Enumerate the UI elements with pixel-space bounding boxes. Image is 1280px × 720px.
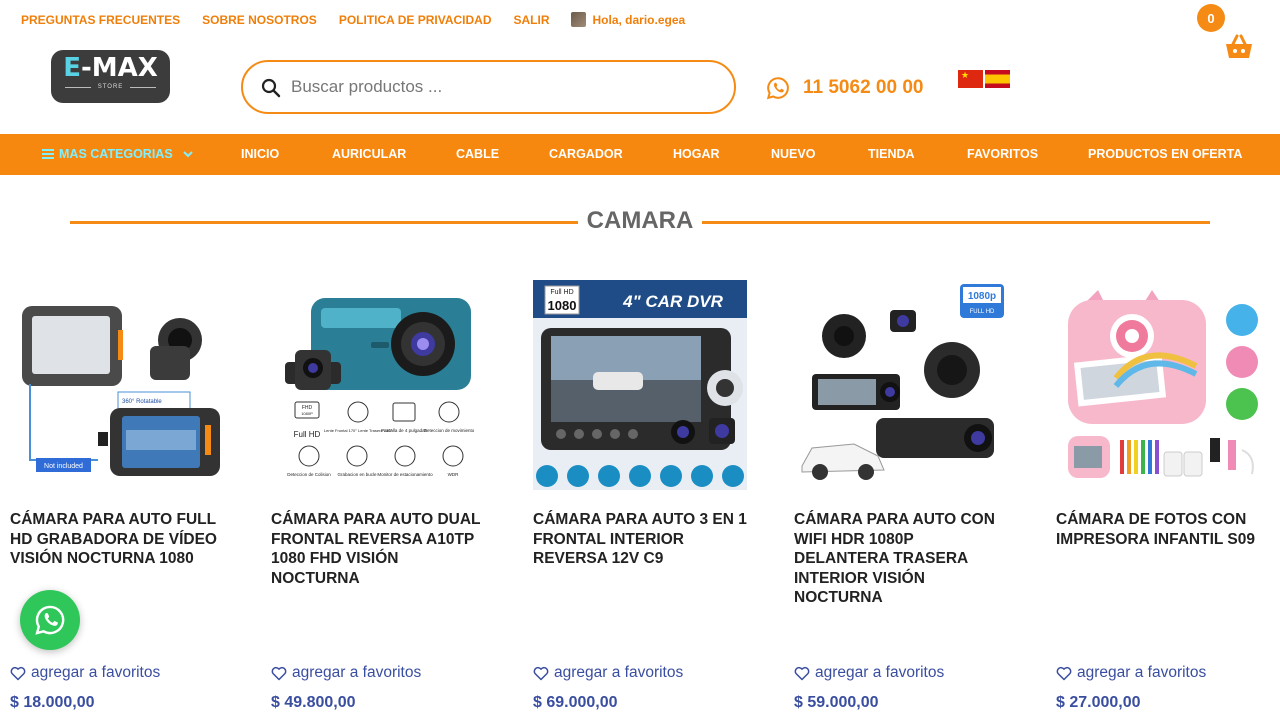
product-price: $ 49.800,00 bbox=[271, 694, 356, 711]
banner-label: 4" CAR DVR bbox=[622, 292, 723, 311]
categories-label: MAS CATEGORIAS bbox=[59, 147, 173, 161]
heart-icon bbox=[10, 666, 26, 680]
nav-cable[interactable]: CABLE bbox=[456, 147, 499, 161]
product-image[interactable]: 1080p FULL HD bbox=[794, 280, 1008, 490]
product-image[interactable]: Full HD 1080 4" CAR DVR bbox=[533, 280, 747, 490]
top-links: PREGUNTAS FRECUENTES SOBRE NOSOTROS POLI… bbox=[21, 12, 685, 27]
rotatable-label: 360° Rotatable bbox=[122, 399, 162, 405]
greeting-text: Hola, dario.egea bbox=[592, 12, 686, 27]
product-name[interactable]: Cámara Para Auto Dual Frontal Reversa A1… bbox=[271, 510, 485, 588]
logo-letter: E bbox=[63, 53, 81, 83]
feature-label: Pantalla de 4 pulgadas bbox=[381, 428, 428, 433]
divider bbox=[702, 221, 1210, 224]
whatsapp-chat-button[interactable] bbox=[20, 590, 80, 650]
product-name[interactable]: Cámara Para Auto Con WiFi HDR 1080P Dela… bbox=[794, 510, 1008, 608]
hd-badge-number: 1080 bbox=[548, 298, 577, 313]
feature-label: WDR bbox=[448, 472, 459, 477]
top-bar: PREGUNTAS FRECUENTES SOBRE NOSOTROS POLI… bbox=[0, 0, 1280, 40]
hd-badge-top: 1080p bbox=[968, 291, 996, 302]
product-price: $ 59.000,00 bbox=[794, 694, 879, 711]
flag-china-icon[interactable]: ★ bbox=[958, 70, 983, 88]
cart-button[interactable]: 0 bbox=[1197, 4, 1267, 64]
logo-subtitle: STORE bbox=[97, 84, 124, 90]
add-to-favorites[interactable]: agregar a favoritos bbox=[10, 664, 160, 682]
menu-icon bbox=[42, 149, 54, 159]
feature-label: Grabacion en bucle bbox=[337, 472, 377, 477]
contact-phone[interactable]: 11 5062 00 00 bbox=[766, 76, 923, 100]
favorites-label: agregar a favoritos bbox=[554, 664, 684, 681]
favorites-label: agregar a favoritos bbox=[292, 664, 422, 681]
nav-hogar[interactable]: HOGAR bbox=[673, 147, 720, 161]
cart-count-badge: 0 bbox=[1197, 4, 1225, 32]
chevron-down-icon bbox=[182, 151, 193, 158]
link-logout[interactable]: SALIR bbox=[513, 13, 549, 27]
favorites-label: agregar a favoritos bbox=[1077, 664, 1207, 681]
add-to-favorites[interactable]: agregar a favoritos bbox=[1056, 664, 1206, 682]
language-switcher: ★ bbox=[958, 70, 1012, 88]
hd-badge-bottom: FULL HD bbox=[970, 309, 995, 315]
heart-icon bbox=[1056, 666, 1072, 680]
search-input[interactable] bbox=[291, 74, 711, 100]
product-name[interactable]: Cámara de Fotos con Impresora Infantil S… bbox=[1056, 510, 1270, 549]
add-to-favorites[interactable]: agregar a favoritos bbox=[533, 664, 683, 682]
nav-cargador[interactable]: CARGADOR bbox=[549, 147, 623, 161]
favorites-label: agregar a favoritos bbox=[31, 664, 161, 681]
favorites-label: agregar a favoritos bbox=[815, 664, 945, 681]
store-logo[interactable]: E-MAX STORE bbox=[51, 50, 170, 103]
main-nav: MAS CATEGORIAS INICIO AURICULAR CABLE CA… bbox=[0, 134, 1280, 175]
feature-label: Deteccion de Colision bbox=[287, 472, 331, 477]
feature-label: Full HD bbox=[294, 430, 321, 439]
product-price: $ 69.000,00 bbox=[533, 694, 618, 711]
nav-tienda[interactable]: TIENDA bbox=[868, 147, 915, 161]
nav-inicio[interactable]: INICIO bbox=[241, 147, 279, 161]
logo-wordmark: -MAX bbox=[80, 53, 158, 83]
product-image[interactable] bbox=[1056, 280, 1270, 490]
categories-menu[interactable]: MAS CATEGORIAS bbox=[42, 147, 195, 161]
whatsapp-icon bbox=[35, 605, 65, 635]
nav-ofertas[interactable]: PRODUCTOS EN OFERTA bbox=[1088, 147, 1242, 161]
feature-label: Deteccion de movimiento bbox=[424, 428, 475, 433]
phone-number: 11 5062 00 00 bbox=[803, 77, 924, 98]
nav-favoritos[interactable]: FAVORITOS bbox=[967, 147, 1038, 161]
user-greeting[interactable]: Hola, dario.egea bbox=[571, 12, 685, 27]
add-to-favorites[interactable]: agregar a favoritos bbox=[794, 664, 944, 682]
heart-icon bbox=[533, 666, 549, 680]
add-to-favorites[interactable]: agregar a favoritos bbox=[271, 664, 421, 682]
search-box[interactable] bbox=[241, 60, 736, 114]
basket-icon bbox=[1226, 34, 1252, 58]
nav-nuevo[interactable]: NUEVO bbox=[771, 147, 815, 161]
product-image[interactable]: FHD 1080P Full HD Lente Frontal 170° Len… bbox=[271, 280, 485, 490]
feature-label: Monitor de estacionamiento bbox=[377, 472, 433, 477]
whatsapp-icon bbox=[766, 77, 789, 100]
hd-badge-label: Full HD bbox=[550, 289, 573, 296]
product-price: $ 27.000,00 bbox=[1056, 694, 1141, 711]
product-image[interactable]: Not included 360° Rotatable bbox=[10, 280, 224, 490]
product-name[interactable]: Cámara Para Auto Full HD Grabadora De Ví… bbox=[10, 510, 224, 569]
section-header: CAMARA bbox=[0, 207, 1280, 237]
flag-spain-icon[interactable] bbox=[985, 70, 1010, 88]
search-icon[interactable] bbox=[261, 78, 281, 98]
resolution-label: 1080P bbox=[301, 411, 313, 416]
heart-icon bbox=[271, 666, 287, 680]
link-privacy[interactable]: POLITICA DE PRIVACIDAD bbox=[339, 13, 492, 27]
link-about[interactable]: SOBRE NOSOTROS bbox=[202, 13, 317, 27]
nav-auricular[interactable]: AURICULAR bbox=[332, 147, 406, 161]
link-faq[interactable]: PREGUNTAS FRECUENTES bbox=[21, 13, 180, 27]
avatar bbox=[571, 12, 587, 27]
heart-icon bbox=[794, 666, 810, 680]
not-included-label: Not included bbox=[44, 463, 83, 470]
product-name[interactable]: Cámara Para Auto 3 En 1 Frontal Interior… bbox=[533, 510, 747, 569]
product-price: $ 18.000,00 bbox=[10, 694, 95, 711]
